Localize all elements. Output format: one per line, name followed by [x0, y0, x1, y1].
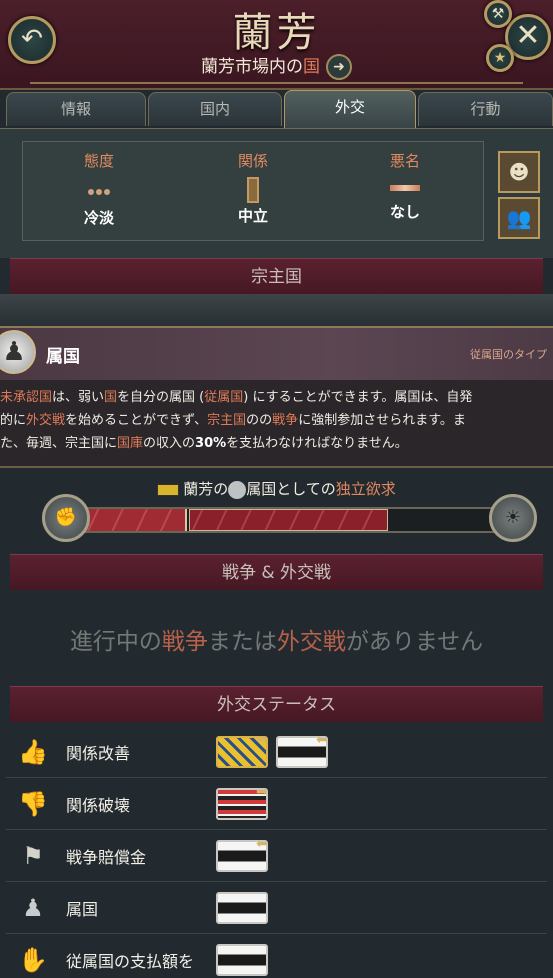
- war-section-bar: 戦争 & 外交戦: [10, 554, 543, 590]
- hammer-icon: ⚒: [491, 6, 505, 22]
- tooltip-line-2: 的に外交戦を始めることができず、宗主国のの戦争に強制参加させられます。ま: [0, 413, 466, 428]
- star-icon: ★: [493, 50, 507, 66]
- country-title: 蘭芳: [232, 10, 321, 56]
- arrow-icon: ⬅: [316, 732, 328, 748]
- relation-value: 中立: [237, 207, 268, 225]
- back-arrow-icon: ↶: [21, 24, 43, 54]
- close-x-icon: ✕: [515, 18, 541, 53]
- tab-domestic[interactable]: 国内: [148, 92, 282, 126]
- arrow-icon: ⬅: [256, 732, 268, 748]
- go-arrow-icon[interactable]: ➜: [326, 54, 352, 80]
- tab-diplomacy[interactable]: 外交: [284, 90, 416, 128]
- overlord-section-bar: 宗主国: [10, 258, 543, 294]
- thumbs-up-icon: 👍: [18, 738, 48, 766]
- star-button[interactable]: ★: [486, 44, 514, 72]
- diplo-status-section-bar: 外交ステータス: [10, 686, 543, 722]
- infamy-column[interactable]: 悪名 なし: [335, 150, 475, 222]
- pawn-icon: ♟: [22, 894, 44, 922]
- status-row-improve-relations[interactable]: 👍 関係改善 ⬅ ⬅: [6, 726, 547, 778]
- pawn-small-icon: [228, 480, 247, 499]
- status-row-vassal[interactable]: ♟ 属国: [6, 882, 547, 934]
- pawn-icon: ♟: [0, 330, 36, 374]
- flag-ship-icon: ⚑: [22, 842, 44, 870]
- diplomacy-panel: 蘭芳 蘭芳市場内の国 ➜ ↶ ✕ ⚒ ★ 情報 国内 外交 行動 態度 冷淡 関係…: [0, 0, 553, 978]
- hand-icon: ✋: [18, 946, 48, 974]
- tooltip-type: 従属国のタイプ: [470, 348, 547, 361]
- status-row-damage-relations[interactable]: 👎 関係破壊 ➡: [6, 778, 547, 830]
- status-label: 属国: [66, 900, 99, 919]
- thumbs-down-icon: 👎: [18, 790, 48, 818]
- status-label: 従属国の支払額を: [66, 952, 195, 971]
- tooltip-body: 未承認国は、弱い国を自分の属国 (従属国) にすることができます。属国は、自発 …: [0, 386, 553, 455]
- status-row-war-reparations[interactable]: ⚑ 戦争賠償金 ⬅: [6, 830, 547, 882]
- independence-label: 蘭芳の 属国としての独立欲求: [0, 478, 553, 499]
- vassal-tooltip: ♟ 属国 従属国のタイプ 未承認国は、弱い国を自分の属国 (従属国) にすること…: [0, 326, 553, 468]
- relation-meter-icon: [247, 177, 259, 203]
- flag-icon[interactable]: [216, 892, 268, 924]
- status-label: 関係改善: [66, 744, 131, 763]
- attitude-value: 冷淡: [83, 209, 114, 227]
- head-portrait-button[interactable]: ☻: [498, 151, 540, 193]
- relation-label: 関係: [237, 152, 268, 170]
- infamy-label: 悪名: [389, 152, 420, 170]
- fist-icon: ✊: [42, 494, 90, 542]
- country-flag-icon: [157, 483, 180, 496]
- overlord-content: [0, 294, 553, 330]
- arrow-icon: ➡: [256, 784, 268, 800]
- infamy-value: なし: [389, 203, 420, 221]
- tooltip-header: ♟ 属国 従属国のタイプ: [0, 328, 553, 380]
- relations-panel: 態度 冷淡 関係 中立 悪名 なし ☻ 👥: [0, 128, 553, 258]
- attitude-column[interactable]: 態度 冷淡: [29, 150, 169, 228]
- attitude-dots-icon: [29, 181, 169, 201]
- tab-info[interactable]: 情報: [6, 92, 146, 126]
- liberty-icon: ☀: [489, 494, 537, 542]
- tab-bar: 情報 国内 外交 行動: [6, 90, 553, 128]
- relations-box: 態度 冷淡 関係 中立 悪名 なし: [22, 141, 484, 241]
- attitude-label: 態度: [83, 152, 114, 170]
- flag-icon[interactable]: [216, 944, 268, 976]
- back-button[interactable]: ↶: [8, 16, 56, 64]
- header: 蘭芳 蘭芳市場内の国 ➜: [0, 0, 553, 90]
- tooltip-line-3: た、毎週、宗主国に国庫の収入の30%を支払わなければなりません。: [0, 436, 408, 451]
- relation-column[interactable]: 関係 中立: [183, 150, 323, 226]
- no-wars-text: 進行中の戦争または外交戦がありません: [69, 629, 484, 655]
- people-icon: 👥: [506, 206, 532, 230]
- subtitle-text: 蘭芳市場内の: [201, 57, 303, 77]
- tab-actions[interactable]: 行動: [418, 92, 553, 126]
- status-label: 関係破壊: [66, 796, 131, 815]
- tooltip-title: 属国: [46, 347, 80, 367]
- status-row-subject-payment[interactable]: ✋ 従属国の支払額を: [6, 934, 547, 978]
- status-label: 戦争賠償金: [66, 848, 147, 867]
- arrow-icon: ⬅: [256, 836, 268, 852]
- subtitle-accent[interactable]: 国: [303, 57, 320, 77]
- people-button[interactable]: 👥: [498, 197, 540, 239]
- infamy-bar-icon: [390, 185, 420, 191]
- hammer-button[interactable]: ⚒: [484, 0, 512, 28]
- head-icon: ☻: [508, 160, 530, 184]
- country-subtitle: 蘭芳市場内の国 ➜: [0, 52, 553, 80]
- independence-bar[interactable]: [60, 507, 496, 533]
- tooltip-line-1: 未承認国は、弱い国を自分の属国 (従属国) にすることができます。属国は、自発: [0, 390, 473, 405]
- independence-fill-projected: [189, 509, 388, 531]
